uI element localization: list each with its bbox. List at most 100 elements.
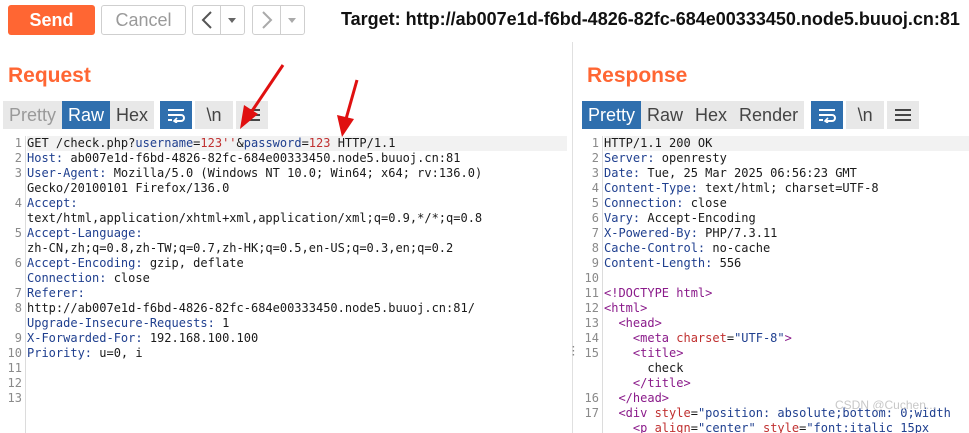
request-title: Request	[8, 64, 91, 87]
line-number: 2	[14, 151, 22, 165]
response-line-numbers: 1 2 3 4 5 6 7 8 9 10 11 12 13 14 15 16 17	[580, 136, 599, 433]
line-number: 12	[7, 376, 22, 390]
line-number	[3, 211, 22, 226]
tab-hex[interactable]: Hex	[110, 101, 155, 129]
back-arrow-icon	[201, 11, 212, 29]
line-number: 10	[7, 346, 22, 360]
line-number: 13	[7, 391, 22, 405]
wrap-lines-icon	[168, 109, 185, 123]
code-line: <head>	[604, 316, 662, 330]
code-line: Host: ab007e1d-f6bd-4826-82fc-684e003334…	[27, 151, 461, 165]
forward-button[interactable]	[253, 6, 280, 34]
response-format-tabs: Pretty Raw Hex Render	[582, 101, 805, 129]
request-format-tabs: Pretty Raw Hex	[3, 101, 155, 129]
back-nav-group	[192, 5, 245, 35]
request-code: GET /check.php?username=123''&password=1…	[27, 136, 567, 391]
line-number: 3	[591, 166, 599, 180]
line-number	[3, 241, 22, 256]
red-arrow-icon	[337, 79, 359, 137]
code-line: <html>	[604, 301, 648, 315]
menu-icon	[895, 109, 912, 121]
line-number	[3, 316, 22, 331]
response-view-tabs: Pretty Raw Hex Render \n	[582, 101, 920, 129]
response-title: Response	[587, 64, 688, 87]
line-number: 2	[591, 151, 599, 165]
show-newlines-button[interactable]: \n	[846, 101, 885, 129]
code-line: Accept-Language:	[27, 226, 143, 240]
show-newlines-button[interactable]: \n	[195, 101, 234, 129]
code-line: X-Forwarded-For: 192.168.100.100	[27, 331, 259, 345]
forward-nav-group	[252, 5, 305, 35]
back-button[interactable]	[193, 6, 220, 34]
code-line: Priority: u=0, i	[27, 346, 143, 360]
line-number: 5	[14, 226, 22, 240]
dropdown-caret-icon	[287, 17, 296, 23]
request-menu-button[interactable]	[236, 101, 269, 129]
line-number: 10	[584, 271, 599, 285]
code-line: text/html,application/xhtml+xml,applicat…	[27, 211, 483, 225]
cancel-button[interactable]: Cancel	[101, 5, 186, 35]
wrap-lines-button[interactable]	[811, 101, 844, 129]
tab-render[interactable]: Render	[733, 101, 805, 129]
line-number: 3	[14, 166, 22, 180]
line-number: 11	[7, 361, 22, 375]
code-line: Date: Tue, 25 Mar 2025 06:56:23 GMT	[604, 166, 857, 180]
line-number: 15	[584, 346, 599, 360]
code-line: Cache-Control: no-cache	[604, 241, 771, 255]
code-line: check	[604, 361, 684, 375]
back-history-dropdown[interactable]	[220, 6, 242, 34]
code-line: Accept-Encoding: gzip, deflate	[27, 256, 244, 270]
code-line: User-Agent: Mozilla/5.0 (Windows NT 10.0…	[27, 166, 483, 180]
line-number	[3, 181, 22, 196]
response-editor[interactable]: 1 2 3 4 5 6 7 8 9 10 11 12 13 14 15 16 17 HTTP/1.1 200 O…	[580, 136, 969, 433]
line-number: 4	[14, 196, 22, 210]
code-line: <title>	[604, 346, 684, 360]
request-gutter-border	[25, 136, 26, 433]
line-number: 7	[14, 286, 22, 300]
line-number	[580, 376, 599, 391]
code-line: http://ab007e1d-f6bd-4826-82fc-684e00333…	[27, 301, 475, 315]
line-number: 1	[14, 136, 22, 150]
code-line: <!DOCTYPE html>	[604, 286, 713, 300]
request-editor[interactable]: 1 2 3 4 5 6 7 8 9 10 11 12 13 GET /check.php?usernam…	[3, 136, 570, 433]
response-menu-button[interactable]	[887, 101, 920, 129]
line-number: 8	[14, 301, 22, 315]
send-button[interactable]: Send	[8, 5, 95, 35]
line-number: 14	[584, 331, 599, 345]
request-line-numbers: 1 2 3 4 5 6 7 8 9 10 11 12 13	[3, 136, 22, 406]
line-number: 7	[591, 226, 599, 240]
watermark: CSDN @Cuchen...	[835, 398, 936, 412]
tab-hex[interactable]: Hex	[689, 101, 734, 129]
line-number: 6	[14, 256, 22, 270]
code-line: Content-Type: text/html; charset=UTF-8	[604, 181, 879, 195]
line-number: 6	[591, 211, 599, 225]
burp-repeater-window: Send Cancel Target: http://ab007e1d-f6bd…	[0, 0, 969, 433]
tab-raw[interactable]: Raw	[641, 101, 690, 129]
tab-raw[interactable]: Raw	[62, 101, 111, 129]
wrap-lines-button[interactable]	[160, 101, 193, 129]
forward-arrow-icon	[261, 11, 272, 29]
code-line: zh-CN,zh;q=0.8,zh-TW;q=0.7,zh-HK;q=0.5,e…	[27, 241, 454, 255]
line-number: 9	[14, 331, 22, 345]
top-toolbar: Send Cancel Target: http://ab007e1d-f6bd…	[0, 0, 969, 42]
line-number	[3, 271, 22, 286]
dropdown-caret-icon	[227, 17, 236, 23]
code-line: <meta charset="UTF-8">	[604, 331, 792, 345]
target-url[interactable]: Target: http://ab007e1d-f6bd-4826-82fc-6…	[341, 9, 960, 30]
tab-pretty[interactable]: Pretty	[582, 101, 642, 129]
line-number: 9	[591, 256, 599, 270]
line-number: 11	[584, 286, 599, 300]
tab-pretty[interactable]: Pretty	[3, 101, 63, 129]
line-number: 12	[584, 301, 599, 315]
forward-history-dropdown[interactable]	[280, 6, 302, 34]
response-gutter-border	[602, 136, 603, 433]
line-number: 8	[591, 241, 599, 255]
line-number: 17	[584, 406, 599, 420]
code-line: GET /check.php?username=123''&password=1…	[27, 136, 567, 151]
request-view-tabs: Pretty Raw Hex \n	[3, 101, 269, 129]
code-line: Gecko/20100101 Firefox/136.0	[27, 181, 230, 195]
panel-divider[interactable]	[572, 42, 573, 433]
splitter-handle[interactable]: · · ·	[572, 343, 575, 361]
